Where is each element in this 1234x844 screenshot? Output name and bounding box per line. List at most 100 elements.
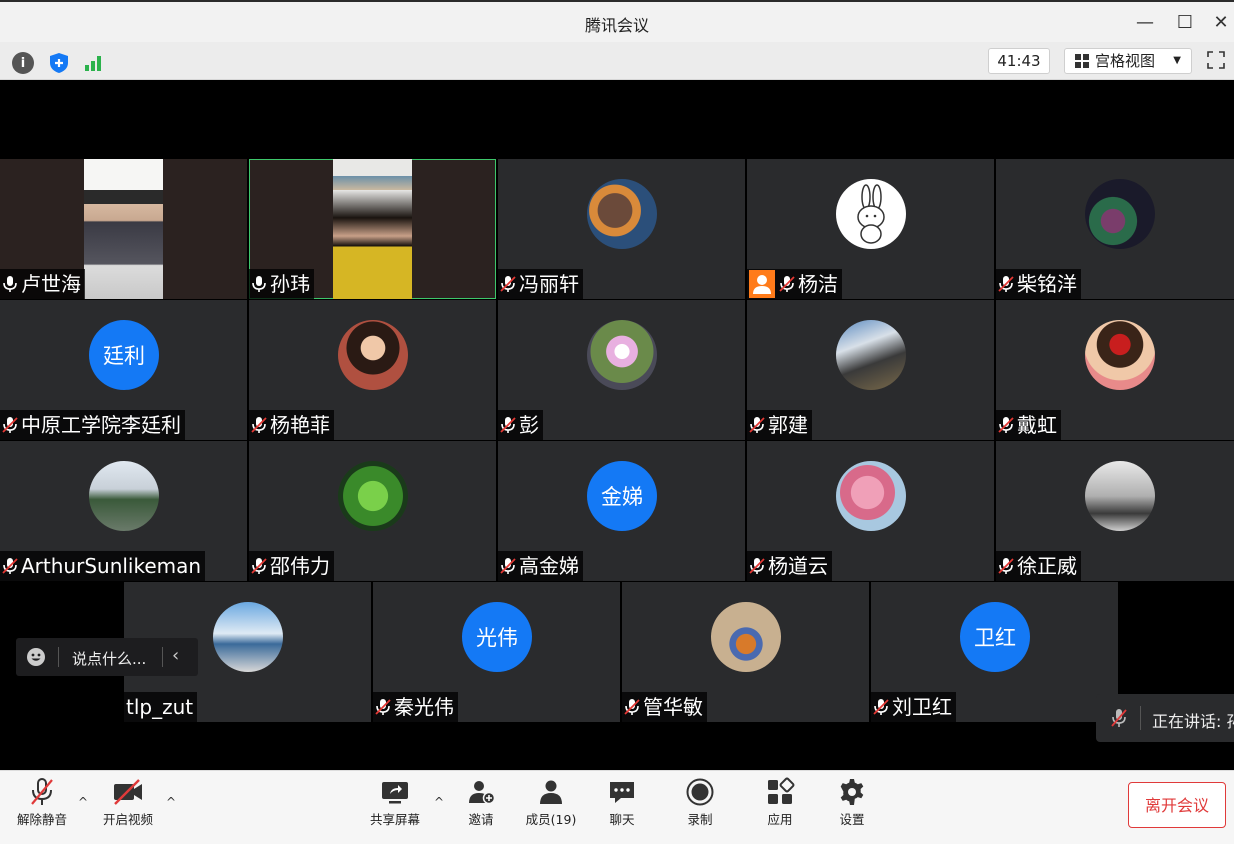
apps-label: 应用	[767, 812, 793, 827]
muted-mic-icon	[31, 778, 53, 805]
participant-name-tag: ArthurSunlikeman	[0, 551, 206, 581]
speaking-label: 正在讲话: 孙	[1152, 712, 1234, 731]
participant-name: 徐正威	[1017, 554, 1077, 578]
chat-button[interactable]: 聊天	[600, 777, 644, 828]
avatar	[89, 461, 159, 531]
record-icon	[686, 778, 714, 806]
participant-tile[interactable]: 管华敏	[622, 582, 869, 722]
participant-name-tag: 孙玮	[249, 269, 314, 299]
title-bar: 腾讯会议 — ☐ ✕	[0, 0, 1234, 42]
participant-name: 郭建	[768, 413, 808, 437]
avatar	[587, 320, 657, 390]
share-screen-button[interactable]: 共享屏幕	[364, 777, 426, 828]
participant-name: 杨艳菲	[270, 413, 330, 437]
participant-tile[interactable]: 杨洁	[747, 159, 994, 299]
video-options-chevron-icon[interactable]: ^	[166, 795, 176, 809]
close-button[interactable]: ✕	[1208, 10, 1234, 36]
participant-name-tag: 刘卫红	[871, 692, 956, 722]
participant-tile[interactable]: 柴铭洋	[996, 159, 1234, 299]
avatar	[338, 461, 408, 531]
chat-placeholder: 说点什么...	[72, 650, 147, 668]
participant-tile[interactable]: 孙玮	[249, 159, 496, 299]
chat-input-box[interactable]: 说点什么... ‹	[16, 638, 198, 676]
participant-tile[interactable]: ArthurSunlikeman	[0, 441, 247, 581]
share-screen-icon	[382, 782, 408, 804]
unmute-label: 解除静音	[16, 812, 67, 827]
unmute-button[interactable]: 解除静音	[12, 777, 72, 828]
host-badge-icon	[749, 270, 775, 298]
participant-name-tag: 柴铭洋	[996, 269, 1081, 299]
emoji-icon[interactable]	[26, 647, 46, 667]
invite-button[interactable]: 邀请	[458, 777, 504, 828]
info-icon[interactable]: i	[12, 52, 34, 74]
bottom-toolbar: 解除静音 ^ 开启视频 ^ 共享屏幕 ^ 邀请 成员(19) 聊天 录制 应用 …	[0, 770, 1234, 844]
muted-mic-icon	[873, 699, 889, 715]
start-video-button[interactable]: 开启视频	[96, 777, 160, 828]
avatar	[338, 320, 408, 390]
invite-label: 邀请	[468, 812, 494, 827]
participant-name-tag: 徐正威	[996, 551, 1081, 581]
leave-meeting-button[interactable]: 离开会议	[1128, 782, 1226, 828]
participant-tile[interactable]: 光伟 秦光伟	[373, 582, 620, 722]
participant-tile[interactable]: 郭建	[747, 300, 994, 440]
participant-tile[interactable]: 杨艳菲	[249, 300, 496, 440]
avatar	[711, 602, 781, 672]
participant-tile[interactable]: 邵伟力	[249, 441, 496, 581]
avatar: 廷利	[89, 320, 159, 390]
view-mode-button[interactable]: 宫格视图 ▼	[1064, 48, 1192, 74]
participant-name: 中原工学院李廷利	[21, 413, 181, 437]
grid-icon	[1075, 54, 1090, 69]
apps-button[interactable]: 应用	[758, 777, 802, 828]
record-button[interactable]: 录制	[678, 777, 722, 828]
muted-mic-icon	[500, 558, 516, 574]
avatar	[1085, 179, 1155, 249]
participant-name: 刘卫红	[892, 695, 952, 719]
participant-tile[interactable]: 彭	[498, 300, 745, 440]
participant-name-tag: 郭建	[747, 410, 812, 440]
participant-name: 柴铭洋	[1017, 272, 1077, 296]
chat-icon	[610, 782, 634, 803]
avatar: 光伟	[462, 602, 532, 672]
participant-name-tag: 戴虹	[996, 410, 1061, 440]
muted-mic-icon	[624, 699, 640, 715]
muted-mic-icon	[375, 699, 391, 715]
participant-name: 杨道云	[768, 554, 828, 578]
minimize-button[interactable]: —	[1132, 10, 1158, 36]
members-button[interactable]: 成员(19)	[520, 777, 582, 828]
share-options-chevron-icon[interactable]: ^	[434, 795, 444, 809]
participant-name-tag: 秦光伟	[373, 692, 458, 722]
participant-name-tag: 杨艳菲	[249, 410, 334, 440]
participant-name-tag: 杨道云	[747, 551, 832, 581]
muted-mic-icon	[998, 558, 1014, 574]
view-mode-label: 宫格视图	[1095, 52, 1156, 70]
fullscreen-icon[interactable]	[1206, 50, 1226, 70]
audio-options-chevron-icon[interactable]: ^	[78, 795, 88, 809]
mic-icon	[252, 276, 266, 292]
participant-name-tag: tlp_zut	[124, 692, 198, 722]
settings-button[interactable]: 设置	[830, 777, 874, 828]
collapse-chevron-icon[interactable]: ‹	[172, 645, 179, 666]
participant-name: 邵伟力	[270, 554, 330, 578]
participant-tile[interactable]: 廷利中原工学院李廷利	[0, 300, 247, 440]
signal-icon[interactable]	[82, 52, 104, 74]
participant-tile[interactable]: 卢世海	[0, 159, 247, 299]
muted-mic-icon	[2, 417, 18, 433]
participant-tile[interactable]: 戴虹	[996, 300, 1234, 440]
apps-icon	[768, 777, 795, 804]
members-label: 成员(19)	[525, 812, 577, 827]
participant-tile[interactable]: 卫红 刘卫红	[871, 582, 1118, 722]
participant-tile[interactable]: 徐正威	[996, 441, 1234, 581]
chat-label: 聊天	[609, 812, 635, 827]
muted-mic-icon	[251, 417, 267, 433]
participant-tile[interactable]: 冯丽轩	[498, 159, 745, 299]
participant-tile[interactable]: 杨道云	[747, 441, 994, 581]
participant-name: 杨洁	[798, 272, 838, 296]
participant-name-tag: 高金娣	[498, 551, 583, 581]
shield-icon[interactable]	[48, 52, 70, 74]
avatar	[836, 179, 906, 249]
muted-mic-icon	[749, 558, 765, 574]
participant-name-tag: 管华敏	[622, 692, 707, 722]
participant-tile[interactable]: 金娣 高金娣	[498, 441, 745, 581]
caret-down-icon: ▼	[1173, 55, 1181, 66]
maximize-button[interactable]: ☐	[1172, 10, 1198, 36]
